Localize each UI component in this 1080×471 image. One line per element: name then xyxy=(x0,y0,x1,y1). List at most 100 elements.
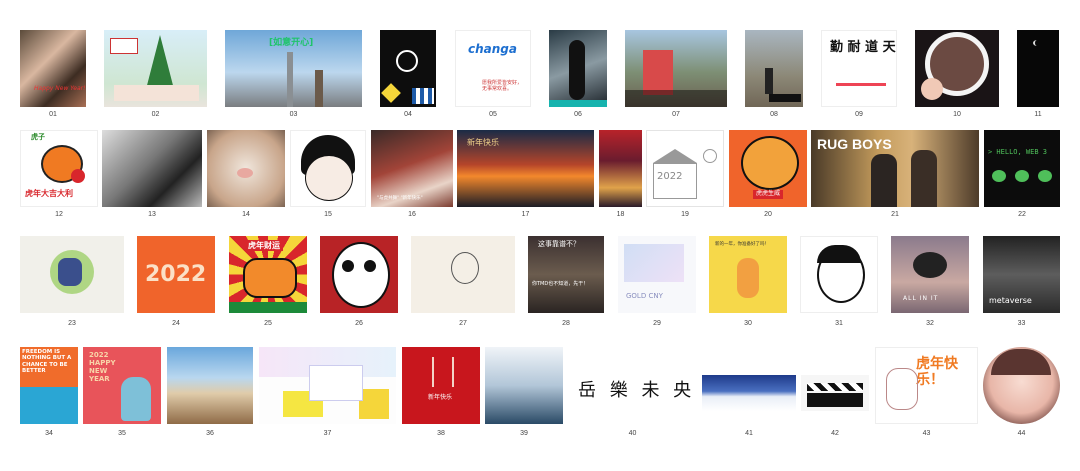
thumbnail-number: 35 xyxy=(118,430,126,437)
caption: 你TMD也不知道，先干！ xyxy=(532,281,589,287)
thumbnail-number: 16 xyxy=(408,211,416,218)
thumbnail-24[interactable]: 2022 xyxy=(137,236,215,313)
caption: metaverse xyxy=(989,296,1032,305)
thumbnail-number: 13 xyxy=(148,211,156,218)
thumbnail-36[interactable] xyxy=(167,347,253,424)
thumbnail-04[interactable] xyxy=(380,30,436,107)
thumbnail-number: 22 xyxy=(1018,211,1026,218)
thumbnail-number: 20 xyxy=(764,211,772,218)
thumbnail-05[interactable]: changa 愿我所爱皆安好， 无事常欢喜。 xyxy=(455,30,531,107)
thumbnail-21[interactable]: RUG BOYS xyxy=(811,130,979,207)
thumbnail-number: 39 xyxy=(520,430,528,437)
thumbnail-number: 26 xyxy=(355,320,363,327)
thumbnail-number: 15 xyxy=(324,211,332,218)
thumbnail-30[interactable]: 新的一年，你准备好了吗！ xyxy=(709,236,787,313)
thumbnail-number: 31 xyxy=(835,320,843,327)
thumbnail-31[interactable] xyxy=(800,236,878,313)
thumbnail-number: 18 xyxy=(616,211,625,218)
thumbnail-number: 07 xyxy=(672,111,680,118)
thumbnail-number: 19 xyxy=(681,211,689,218)
thumbnail-07[interactable] xyxy=(625,30,727,107)
thumbnail-11[interactable] xyxy=(1017,30,1059,107)
thumbnail-number: 28 xyxy=(562,320,570,327)
thumbnail-18[interactable] xyxy=(599,130,642,207)
thumbnail-number: 37 xyxy=(323,430,332,437)
thumbnail-06[interactable] xyxy=(549,30,607,107)
thumbnail-17[interactable]: 新年快乐 xyxy=(457,130,594,207)
caption: 这事靠谱不？ xyxy=(538,240,580,248)
thumbnail-41[interactable] xyxy=(702,375,796,411)
caption: > HELLO, WEB 3 xyxy=(988,148,1048,156)
caption: 2022 HAPPY NEW YEAR xyxy=(89,351,116,384)
thumbnail-29[interactable]: GOLD CNY xyxy=(618,236,696,313)
caption: Happy New Year! xyxy=(34,85,86,92)
thumbnail-35[interactable]: 2022 HAPPY NEW YEAR xyxy=(83,347,161,424)
thumbnail-number: 30 xyxy=(744,320,752,327)
thumbnail-39[interactable] xyxy=(485,347,563,424)
thumbnail-number: 43 xyxy=(922,430,931,437)
caption: 新年快乐 xyxy=(467,138,499,147)
thumbnail-27[interactable] xyxy=(411,236,515,313)
thumbnail-44[interactable] xyxy=(983,347,1060,424)
caption: 2022 xyxy=(657,171,683,182)
thumbnail-14[interactable] xyxy=(207,130,285,207)
thumbnail-number: 34 xyxy=(45,430,53,437)
thumbnail-08[interactable] xyxy=(745,30,803,107)
thumbnail-40[interactable]: 岳 樂 未 央 xyxy=(568,375,697,420)
thumbnail-43[interactable]: 虎年快乐！ xyxy=(875,347,978,424)
thumbnail-16[interactable]: "与虎共舞" "新年快乐" xyxy=(371,130,453,207)
thumbnail-number: 29 xyxy=(653,320,661,327)
thumbnail-number: 41 xyxy=(745,430,753,437)
thumbnail-12[interactable]: 虎子 虎年大吉大利 xyxy=(20,130,98,207)
thumbnail-number: 11 xyxy=(1034,111,1042,118)
thumbnail-number: 05 xyxy=(489,111,497,118)
thumbnail-38[interactable]: 新年快乐 xyxy=(402,347,480,424)
thumbnail-19[interactable]: 2022 xyxy=(646,130,724,207)
thumbnail-number: 17 xyxy=(521,211,530,218)
caption: "与虎共舞" "新年快乐" xyxy=(377,196,423,201)
thumbnail-number: 02 xyxy=(151,111,160,118)
caption: RUG BOYS xyxy=(817,136,892,152)
thumbnail-22[interactable]: > HELLO, WEB 3 xyxy=(984,130,1060,207)
thumbnail-number: 27 xyxy=(459,320,467,327)
thumbnail-number: 21 xyxy=(891,211,899,218)
thumbnail-number: 03 xyxy=(289,111,298,118)
thumbnail-number: 06 xyxy=(574,111,582,118)
caption: 虎年财运 xyxy=(245,240,283,252)
thumbnail-15[interactable] xyxy=(290,130,366,207)
thumbnail-10[interactable] xyxy=(915,30,999,107)
thumbnail-number: 24 xyxy=(172,320,180,327)
thumbnail-number: 04 xyxy=(404,111,412,118)
caption: 虎年快乐！ xyxy=(916,356,958,389)
logo-text: changa xyxy=(468,42,517,56)
thumbnail-number: 33 xyxy=(1017,320,1026,327)
thumbnail-34[interactable]: FREEDOM IS NOTHING BUT A CHANCE TO BE BE… xyxy=(20,347,78,424)
thumbnail-03[interactable]: [如意开心] xyxy=(225,30,362,107)
caption: 虎年大吉大利 xyxy=(25,189,73,198)
caption: 岳 樂 未 央 xyxy=(578,380,696,401)
thumbnail-09[interactable]: 勤 耐 道 天 xyxy=(821,30,897,107)
caption: 新的一年，你准备好了吗！ xyxy=(715,242,769,247)
thumbnail-01[interactable]: Happy New Year! xyxy=(20,30,86,107)
thumbnail-13[interactable] xyxy=(102,130,202,207)
thumbnail-26[interactable] xyxy=(320,236,398,313)
thumbnail-20[interactable]: 虎虎生威 xyxy=(729,130,807,207)
thumbnail-37[interactable] xyxy=(259,347,396,424)
thumbnail-28[interactable]: 这事靠谱不？ 你TMD也不知道，先干！ xyxy=(528,236,604,313)
thumbnail-33[interactable]: metaverse xyxy=(983,236,1060,313)
caption: GOLD CNY xyxy=(626,292,663,300)
caption: 愿我所爱皆安好， 无事常欢喜。 xyxy=(482,80,523,92)
thumbnail-02[interactable] xyxy=(104,30,207,107)
caption: 新年快乐 xyxy=(428,394,453,401)
thumbnail-number: 36 xyxy=(206,430,214,437)
caption: ALL IN IT xyxy=(903,295,939,302)
thumbnail-25[interactable]: 虎年财运 xyxy=(229,236,307,313)
caption: FREEDOM IS NOTHING BUT A CHANCE TO BE BE… xyxy=(22,349,72,374)
caption: 虎子 xyxy=(31,133,45,141)
thumbnail-number: 32 xyxy=(926,320,934,327)
thumbnail-32[interactable]: ALL IN IT xyxy=(891,236,969,313)
thumbnail-42[interactable] xyxy=(801,375,869,411)
caption: [如意开心] xyxy=(269,38,314,48)
thumbnail-23[interactable] xyxy=(20,236,124,313)
thumbnail-number: 01 xyxy=(49,111,57,118)
